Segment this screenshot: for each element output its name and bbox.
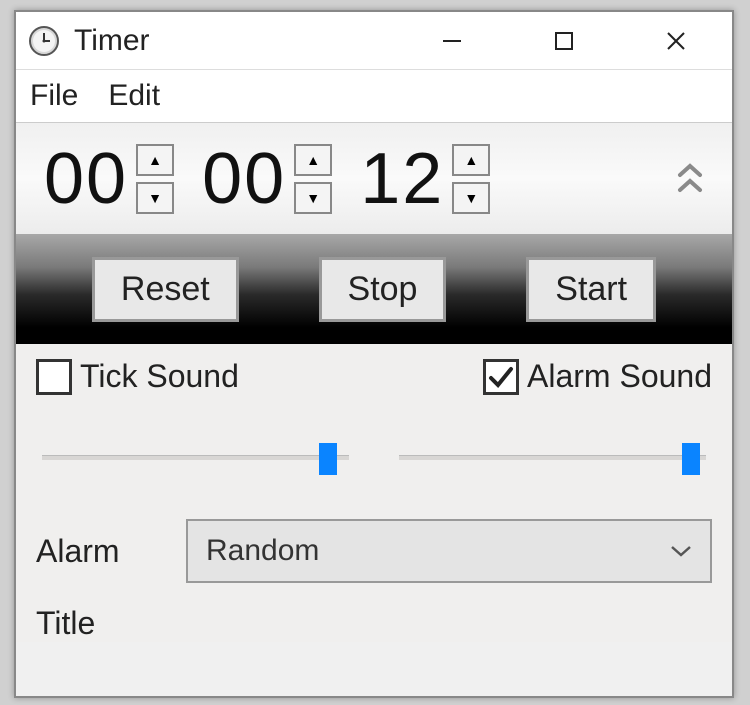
start-button[interactable]: Start <box>526 257 656 322</box>
alarm-field-row: Alarm Random <box>36 519 712 583</box>
alarm-label: Alarm <box>36 533 186 570</box>
seconds-up-button[interactable]: ▲ <box>452 144 490 176</box>
collapse-button[interactable] <box>670 149 710 209</box>
chevron-down-icon <box>670 538 692 564</box>
sound-check-row: Tick Sound Alarm Sound <box>36 358 712 395</box>
titlebar: Timer <box>16 12 732 70</box>
stop-button[interactable]: Stop <box>319 257 447 322</box>
minutes-value: 00 <box>202 138 286 220</box>
hours-value: 00 <box>44 138 128 220</box>
hours-spinner: 00 ▲ ▼ <box>44 138 174 220</box>
hours-up-button[interactable]: ▲ <box>136 144 174 176</box>
menubar: File Edit <box>16 70 732 122</box>
seconds-value: 12 <box>360 138 444 220</box>
title-field-row: Title <box>36 605 712 642</box>
seconds-down-button[interactable]: ▼ <box>452 182 490 214</box>
slider-track <box>399 455 706 460</box>
tick-volume-slider[interactable] <box>42 443 349 473</box>
hours-down-button[interactable]: ▼ <box>136 182 174 214</box>
menu-edit[interactable]: Edit <box>108 79 160 113</box>
clock-icon <box>28 25 60 57</box>
seconds-spinner: 12 ▲ ▼ <box>360 138 490 220</box>
minutes-down-button[interactable]: ▼ <box>294 182 332 214</box>
options-panel: Tick Sound Alarm Sound Alarm Random <box>16 344 732 642</box>
action-row: Reset Stop Start <box>16 234 732 344</box>
slider-track <box>42 455 349 460</box>
timer-window: Timer File Edit 00 ▲ ▼ 00 ▲ ▼ <box>14 10 734 698</box>
minimize-button[interactable] <box>396 12 508 70</box>
slider-thumb[interactable] <box>682 443 700 475</box>
alarm-selected: Random <box>206 534 319 568</box>
minutes-spinner: 00 ▲ ▼ <box>202 138 332 220</box>
title-label: Title <box>36 605 186 642</box>
tick-sound-label: Tick Sound <box>80 358 239 395</box>
time-row: 00 ▲ ▼ 00 ▲ ▼ 12 ▲ ▼ <box>16 122 732 234</box>
alarm-dropdown[interactable]: Random <box>186 519 712 583</box>
alarm-volume-slider[interactable] <box>399 443 706 473</box>
close-button[interactable] <box>620 12 732 70</box>
alarm-sound-checkbox[interactable] <box>483 359 519 395</box>
menu-file[interactable]: File <box>30 79 78 113</box>
slider-thumb[interactable] <box>319 443 337 475</box>
tick-sound-checkbox[interactable] <box>36 359 72 395</box>
alarm-sound-label: Alarm Sound <box>527 358 712 395</box>
app-title: Timer <box>74 24 150 58</box>
minutes-up-button[interactable]: ▲ <box>294 144 332 176</box>
maximize-button[interactable] <box>508 12 620 70</box>
reset-button[interactable]: Reset <box>92 257 239 322</box>
